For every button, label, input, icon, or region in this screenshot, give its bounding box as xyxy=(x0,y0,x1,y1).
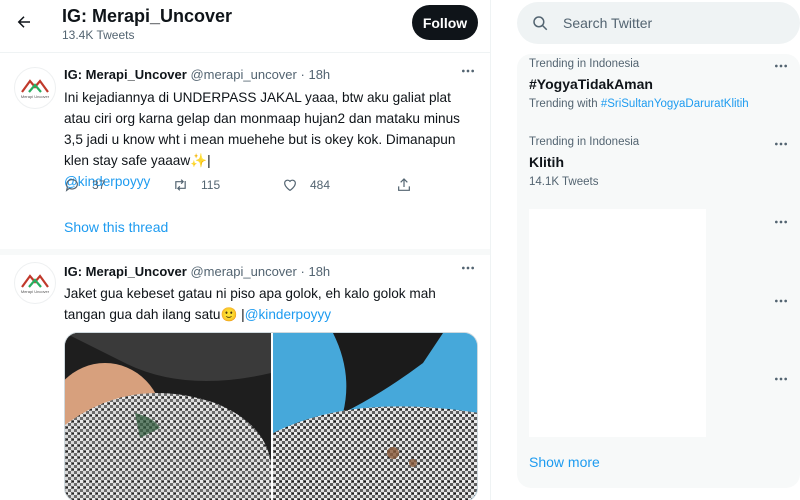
trends-panel: Trending in Indonesia #YogyaTidakAman Tr… xyxy=(517,54,800,488)
trend-name[interactable]: Klitih xyxy=(529,154,564,170)
profile-header: IG: Merapi_Uncover 13.4K Tweets Follow xyxy=(0,0,490,53)
share-icon xyxy=(398,178,410,191)
search-input[interactable]: Search Twitter xyxy=(563,15,652,31)
trend-more-button[interactable] xyxy=(773,136,789,155)
separator-dot: · xyxy=(300,67,305,82)
photo-left-image xyxy=(65,333,271,500)
tweet-actions: 37 115 484 xyxy=(64,177,424,197)
tweet-body: Ini kejadiannya di UNDERPASS JAKAL yaaa,… xyxy=(64,90,460,168)
trend-context: Trending in Indonesia xyxy=(529,136,640,148)
trend-related-tag[interactable]: #SriSultanYogyaDaruratKlitih xyxy=(601,98,749,110)
tweet-count: 13.4K Tweets xyxy=(62,28,135,42)
more-horizontal-icon xyxy=(775,142,787,146)
search-icon xyxy=(533,16,548,31)
more-horizontal-icon xyxy=(775,64,787,68)
right-sidebar: Search Twitter Trending in Indonesia #Yo… xyxy=(491,0,800,500)
photo-jacket-closeup[interactable] xyxy=(273,333,477,500)
more-horizontal-icon xyxy=(775,220,787,224)
more-button[interactable] xyxy=(460,63,476,84)
main-column: IG: Merapi_Uncover 13.4K Tweets Follow M… xyxy=(0,0,491,500)
avatar[interactable]: Merapi Uncover xyxy=(14,67,56,109)
author-handle[interactable]: @merapi_uncover xyxy=(190,264,296,279)
more-horizontal-icon xyxy=(462,266,474,270)
trend-related: Trending with #SriSultanYogyaDaruratKlit… xyxy=(529,98,749,110)
mention-link[interactable]: @kinderpoyyy xyxy=(245,307,331,322)
reply-count: 37 xyxy=(92,178,106,192)
author-name[interactable]: IG: Merapi_Uncover xyxy=(64,67,187,82)
trend-related-prefix: Trending with xyxy=(529,98,601,110)
search-bar[interactable]: Search Twitter xyxy=(517,2,800,44)
show-more-link[interactable]: Show more xyxy=(529,454,600,470)
trend-more-button[interactable] xyxy=(773,214,789,233)
like-button[interactable]: 484 xyxy=(282,177,330,193)
reply-icon xyxy=(65,179,78,192)
back-button[interactable] xyxy=(10,8,38,36)
share-button[interactable] xyxy=(396,177,412,193)
page-title: IG: Merapi_Uncover xyxy=(62,6,233,26)
photo-right-image xyxy=(273,333,477,500)
retweet-icon xyxy=(175,179,186,191)
trend-more-button[interactable] xyxy=(773,293,789,312)
tweet-header: IG: Merapi_Uncover @merapi_uncover · 18h xyxy=(64,264,330,279)
trend-more-button[interactable] xyxy=(773,58,789,77)
tweet-time[interactable]: 18h xyxy=(308,67,330,82)
avatar-caption: Merapi Uncover xyxy=(20,289,50,294)
tweet-time[interactable]: 18h xyxy=(308,264,330,279)
avatar-caption: Merapi Uncover xyxy=(20,94,50,99)
retweet-button[interactable]: 115 xyxy=(172,177,220,193)
arrow-left-icon xyxy=(17,16,30,28)
merapi-logo-icon xyxy=(21,274,49,288)
more-button[interactable] xyxy=(460,260,476,281)
separator-dot: · xyxy=(300,264,305,279)
like-count: 484 xyxy=(310,178,331,192)
photo-jacket-hand[interactable] xyxy=(65,333,271,500)
more-horizontal-icon xyxy=(775,377,787,381)
author-name[interactable]: IG: Merapi_Uncover xyxy=(64,264,187,279)
retweet-count: 115 xyxy=(201,178,221,192)
trend-more-button[interactable] xyxy=(773,371,789,390)
follow-button[interactable]: Follow xyxy=(412,5,478,40)
author-handle[interactable]: @merapi_uncover xyxy=(190,67,296,82)
reply-button[interactable]: 37 xyxy=(64,177,105,193)
tweet[interactable]: Merapi Uncover IG: Merapi_Uncover @merap… xyxy=(0,53,490,250)
tweet-media[interactable] xyxy=(64,332,478,500)
show-thread-link[interactable]: Show this thread xyxy=(64,219,168,235)
more-horizontal-icon xyxy=(775,299,787,303)
trend-name[interactable]: #YogyaTidakAman xyxy=(529,76,653,92)
trend-tweet-count: 14.1K Tweets xyxy=(529,176,599,188)
tweet-text: Jaket gua kebeset gatau ni piso apa golo… xyxy=(64,283,480,325)
trend-placeholder xyxy=(529,209,706,437)
tweet-header: IG: Merapi_Uncover @merapi_uncover · 18h xyxy=(64,67,330,82)
heart-icon xyxy=(284,179,296,192)
more-horizontal-icon xyxy=(462,69,474,73)
trend-context: Trending in Indonesia xyxy=(529,58,640,70)
merapi-logo-icon xyxy=(21,79,49,93)
tweet[interactable]: Merapi Uncover IG: Merapi_Uncover @merap… xyxy=(0,250,490,500)
avatar[interactable]: Merapi Uncover xyxy=(14,262,56,304)
